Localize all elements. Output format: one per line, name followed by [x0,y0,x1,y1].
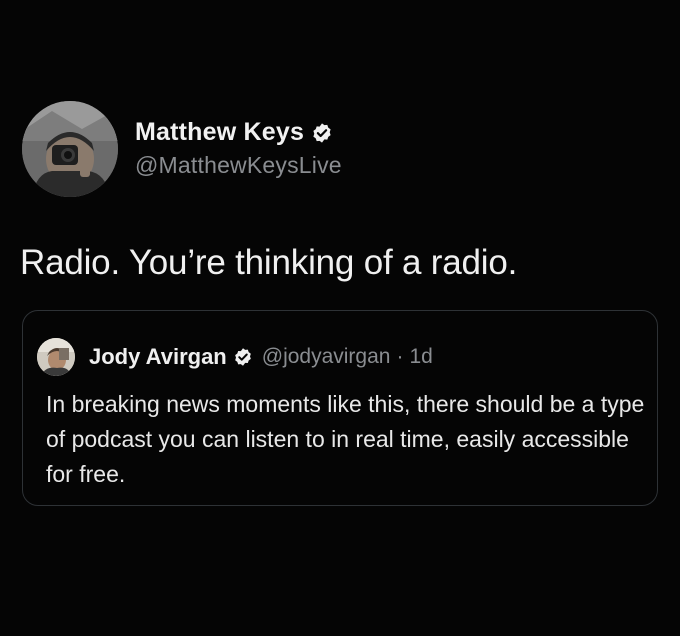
quoted-avatar[interactable] [37,338,75,376]
tweet-text: Radio. You’re thinking of a radio. [20,243,518,282]
quoted-tweet[interactable]: Jody Avirgan @jodyavirgan · 1d In breaki… [22,310,658,506]
tweet: Matthew Keys @MatthewKeysLive Radio. You… [0,0,680,636]
tweet-author[interactable]: Matthew Keys @MatthewKeysLive [22,101,342,197]
quoted-verified-badge-icon [233,347,253,367]
avatar-photo [22,101,118,197]
quoted-separator: · [396,345,404,368]
verified-badge-icon [311,122,333,144]
author-handle[interactable]: @MatthewKeysLive [135,152,342,179]
quoted-tweet-header: Jody Avirgan @jodyavirgan · 1d [37,338,433,376]
quoted-display-name[interactable]: Jody Avirgan [89,344,227,370]
display-name-row: Matthew Keys [135,116,342,150]
display-name[interactable]: Matthew Keys [135,118,304,147]
author-names: Matthew Keys @MatthewKeysLive [135,116,342,179]
avatar[interactable] [22,101,118,197]
quoted-handle[interactable]: @jodyavirgan [262,345,391,369]
quoted-avatar-photo [37,338,75,376]
quoted-tweet-text: In breaking news moments like this, ther… [46,391,645,487]
quoted-timestamp[interactable]: 1d [409,345,432,369]
